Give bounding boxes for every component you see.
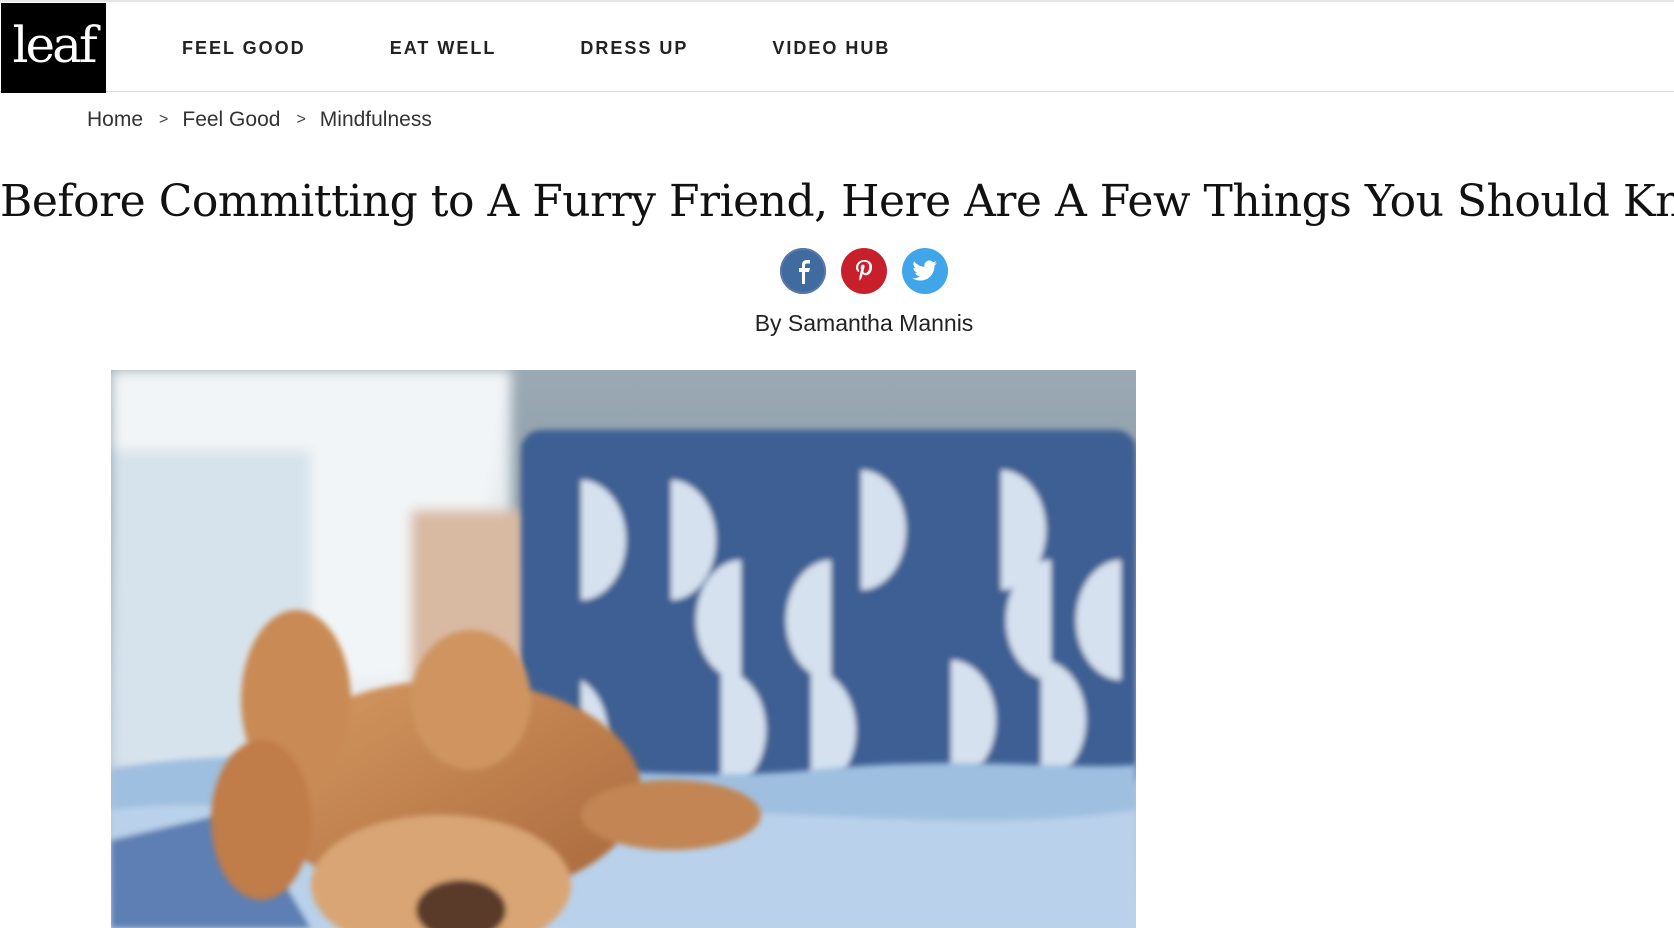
breadcrumb-home[interactable]: Home <box>87 108 143 132</box>
breadcrumb-separator: > <box>296 111 306 128</box>
site-logo[interactable]: leaf <box>1 3 106 93</box>
nav-item-eat-well[interactable]: EAT WELL <box>390 38 497 59</box>
dog-on-sofa-photo <box>111 370 1136 928</box>
breadcrumb-feel-good[interactable]: Feel Good <box>182 108 280 132</box>
facebook-icon <box>799 260 810 284</box>
breadcrumb: Home > Feel Good > Mindfulness <box>87 108 432 132</box>
hero-image <box>111 370 1136 928</box>
breadcrumb-separator: > <box>159 111 169 128</box>
facebook-share-button[interactable] <box>780 248 826 294</box>
pinterest-share-button[interactable] <box>841 248 887 294</box>
breadcrumb-mindfulness[interactable]: Mindfulness <box>320 108 432 132</box>
pinterest-icon <box>856 260 873 281</box>
twitter-icon <box>912 260 937 281</box>
main-nav: FEEL GOOD EAT WELL DRESS UP VIDEO HUB <box>182 2 974 94</box>
nav-item-video-hub[interactable]: VIDEO HUB <box>772 38 890 59</box>
article-byline: By Samantha Mannis <box>754 310 974 336</box>
twitter-share-button[interactable] <box>902 248 948 294</box>
nav-item-feel-good[interactable]: FEEL GOOD <box>182 38 306 59</box>
site-header: leaf FEEL GOOD EAT WELL DRESS UP VIDEO H… <box>0 0 1674 94</box>
logo-text: leaf <box>12 16 98 74</box>
share-buttons <box>780 248 963 294</box>
nav-item-dress-up[interactable]: DRESS UP <box>580 38 688 59</box>
article-title: Before Committing to A Furry Friend, Her… <box>0 176 1674 227</box>
